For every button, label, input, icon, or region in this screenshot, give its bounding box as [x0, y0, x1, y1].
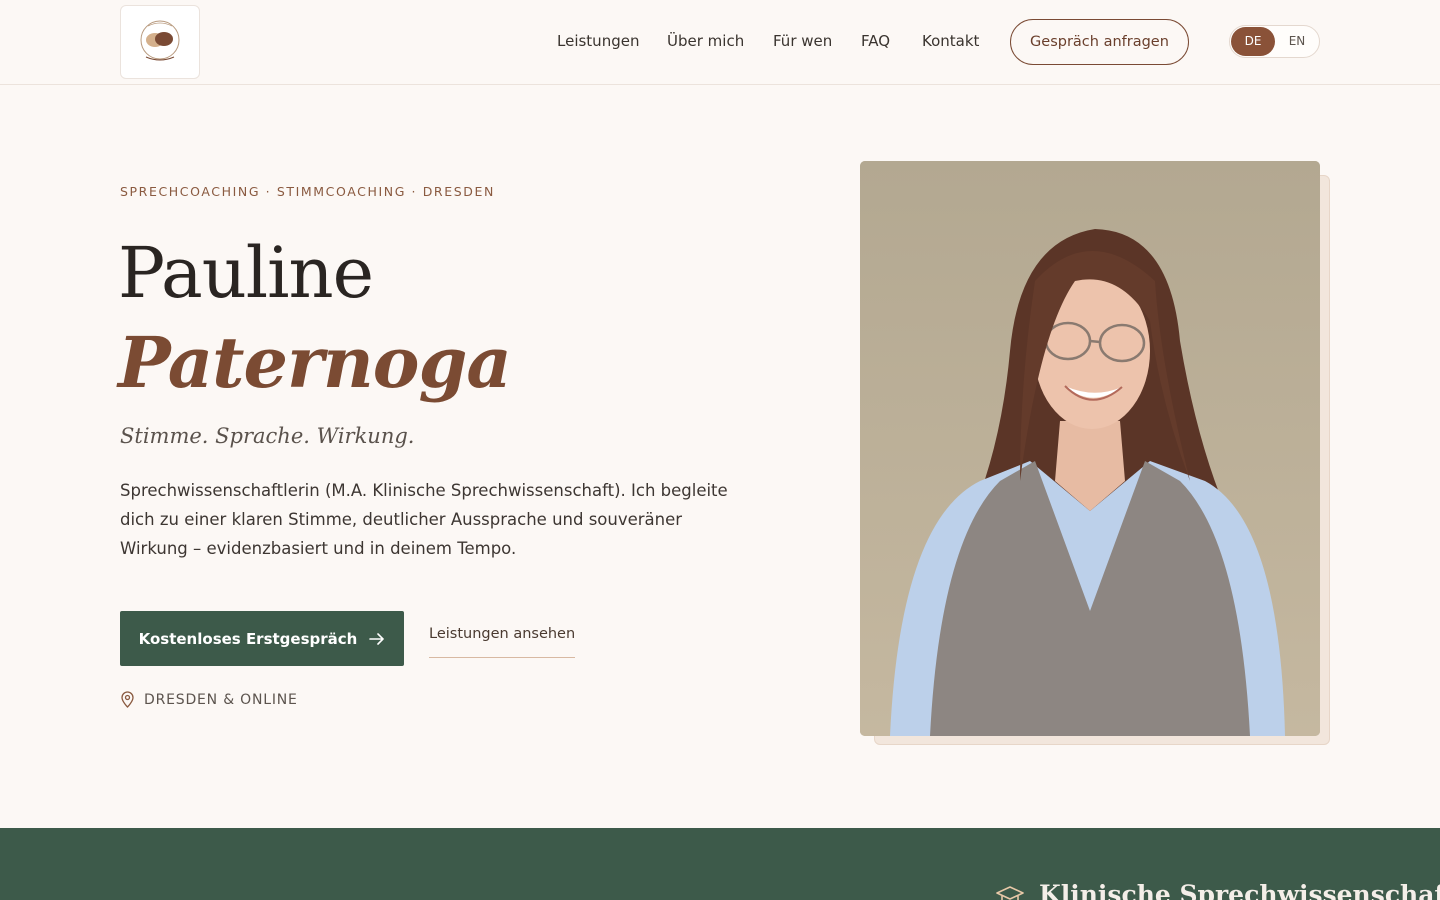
location-label: DRESDEN & ONLINE: [144, 691, 298, 708]
lang-de-toggle[interactable]: DE: [1231, 27, 1275, 56]
site-header: Leistungen Über mich Für wen FAQ Kontakt…: [0, 0, 1440, 85]
arrow-right-icon: [369, 632, 385, 645]
location-info: DRESDEN & ONLINE: [120, 691, 298, 708]
hero-intro: Sprechwissenschaftlerin (M.A. Klinische …: [120, 481, 728, 558]
hero-last-name: Paternoga: [118, 321, 512, 404]
hero-tagline: Stimme. Sprache. Wirkung.: [120, 424, 415, 448]
free-consultation-button[interactable]: Kostenloses Erstgespräch: [120, 611, 404, 666]
hero-first-name: Pauline: [118, 232, 374, 314]
language-switcher: DE EN: [1229, 25, 1320, 58]
nav-leistungen[interactable]: Leistungen: [557, 30, 639, 52]
map-pin-icon: [121, 691, 134, 708]
graduation-cap-icon: [996, 886, 1024, 900]
credentials-band: Klinische Sprechwissenschaft: [0, 828, 1440, 900]
nav-kontakt[interactable]: Kontakt: [922, 30, 979, 52]
view-services-link[interactable]: Leistungen ansehen: [429, 626, 576, 658]
hero-eyebrow: SPRECHCOACHING · STIMMCOACHING · DRESDEN: [120, 184, 495, 199]
band-title: Klinische Sprechwissenschaft: [1039, 880, 1440, 900]
portrait-illustration: [860, 161, 1320, 736]
request-conversation-button[interactable]: Gespräch anfragen: [1010, 19, 1189, 65]
lang-en-toggle[interactable]: EN: [1276, 27, 1318, 56]
nav-faq[interactable]: FAQ: [861, 30, 890, 52]
nav-ueber-mich[interactable]: Über mich: [667, 30, 744, 52]
free-consultation-label: Kostenloses Erstgespräch: [138, 629, 358, 648]
portrait-photo: [860, 161, 1320, 736]
nav-fuer-wen[interactable]: Für wen: [773, 30, 832, 52]
main-nav: Leistungen Über mich Für wen FAQ Kontakt: [0, 30, 1440, 54]
